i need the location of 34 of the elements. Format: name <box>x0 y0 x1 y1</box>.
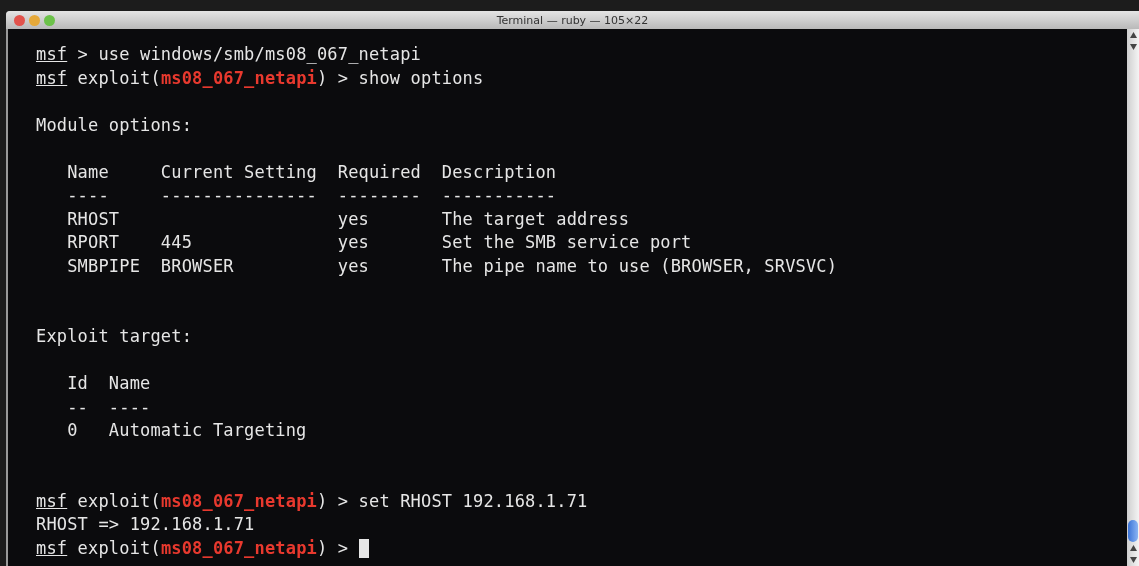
close-icon[interactable] <box>14 14 25 26</box>
output-text: Module options: <box>36 113 193 137</box>
output-text: -- ---- <box>66 395 151 419</box>
scroll-thumb[interactable] <box>1128 520 1138 542</box>
command-text: exploit( <box>76 489 161 513</box>
prompt-label: msf <box>36 489 68 513</box>
module-name: ms08_067_netapi <box>160 536 317 560</box>
output-text: SMBPIPE BROWSER yes The pipe name to use (BROWSER, SRVSVC) <box>66 254 838 278</box>
command-text: > use windows/smb/ms08_067_netapi <box>76 43 421 66</box>
scroll-up-icon[interactable] <box>1129 545 1137 551</box>
module-name: ms08_067_netapi <box>160 66 317 90</box>
command-text: ) > <box>316 536 350 560</box>
output-text: Name Current Setting Required Description <box>66 160 557 184</box>
scroll-bar[interactable] <box>1127 29 1139 566</box>
scroll-up-icon[interactable] <box>1129 32 1137 38</box>
output-text: Exploit target: <box>36 325 193 348</box>
command-text: ) > show options <box>316 66 484 90</box>
output-text: RHOST yes The target address <box>66 207 630 231</box>
window-title: Terminal — ruby — 105×22 <box>496 13 649 27</box>
output-text: RHOST => 192.168.1.71 <box>36 513 255 536</box>
command-text: exploit( <box>76 66 161 90</box>
scroll-down-icon[interactable] <box>1129 44 1137 50</box>
scroll-down-icon[interactable] <box>1129 557 1137 563</box>
module-name: ms08_067_netapi <box>160 489 317 513</box>
output-text: Id Name <box>66 372 151 395</box>
output-text: ---- --------------- -------- ----------- <box>66 184 557 207</box>
command-text: ) > set RHOST 192.168.1.71 <box>316 489 588 513</box>
prompt-label: msf <box>36 43 68 66</box>
text-cursor <box>358 538 369 558</box>
command-text: exploit( <box>76 536 161 560</box>
output-text: 0 Automatic Targeting <box>66 419 307 442</box>
output-text: RPORT 445 yes Set the SMB service port <box>66 231 692 254</box>
prompt-label: msf <box>36 66 68 90</box>
prompt-label: msf <box>36 536 68 560</box>
